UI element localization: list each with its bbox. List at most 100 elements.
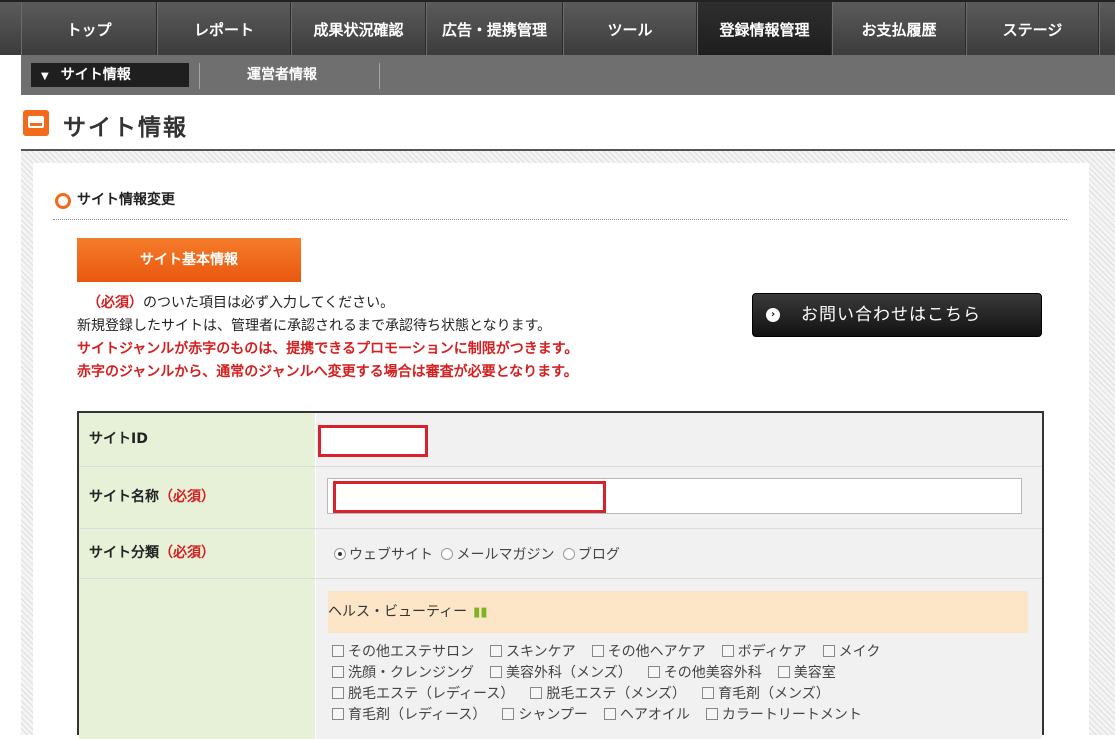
section-circle-icon [55,193,71,209]
subnav-divider [379,63,380,89]
bottle-icon: ▮▮ [473,605,488,620]
checkbox[interactable] [603,708,616,720]
site-info-icon [23,110,49,136]
required-mark: （必須） [87,295,143,311]
genre-category-label: ヘルス・ビューティー [328,604,468,620]
value-site-type: ウェブサイト メールマガジン ブログ [316,529,1042,578]
nav-item-tools[interactable]: ツール [563,2,697,55]
checkbox[interactable] [777,666,790,678]
checkbox[interactable] [332,687,344,699]
contact-button-label: お問い合わせはこちら [801,305,981,325]
row-site-type: サイト分類（必須） ウェブサイト メールマガジン ブログ [79,529,1042,579]
genre-label: その他ヘアケア [607,644,706,660]
genre-option[interactable]: 育毛剤（メンズ） [702,684,830,705]
form-notes: （必須）のついた項目は必ず入力してください。 新規登録したサイトは、管理者に承認… [77,292,578,384]
radio-mail-magazine-label: メールマガジン [456,547,555,563]
genre-label: その他美容外科 [663,665,762,681]
subnav-item-operator-info[interactable]: 運営者情報 [247,63,317,87]
nav-item-top[interactable]: トップ [21,2,157,55]
genre-option[interactable]: 美容室 [777,663,836,684]
radio-blog-label: ブログ [577,547,620,563]
radio-blog[interactable] [562,548,575,560]
site-type-radio-group: ウェブサイト メールマガジン ブログ [334,544,620,564]
checkbox[interactable] [332,708,344,720]
genre-label: 美容室 [793,665,836,681]
genre-option[interactable]: その他美容外科 [647,663,762,684]
genre-label: 脱毛エステ（メンズ） [546,686,687,702]
value-site-name [316,467,1042,528]
genre-label: スキンケア [506,644,576,660]
checkbox[interactable] [721,645,734,657]
genre-option[interactable]: その他エステサロン [332,642,474,663]
genre-option[interactable]: スキンケア [490,642,576,663]
section-divider [53,219,1067,220]
genre-option[interactable]: シャンプー [502,705,588,726]
note-approval: 新規登録したサイトは、管理者に承認されるまで承認待ち状態となります。 [77,318,552,334]
sub-navigation: ▼ サイト情報 運営者情報 [21,55,1115,95]
subnav-divider [199,63,200,89]
row-site-name: サイト名称（必須） [79,467,1042,529]
checkbox[interactable] [490,645,502,657]
row-site-id: サイトID [79,413,1042,467]
genre-option[interactable]: ヘアオイル [603,705,690,726]
row-site-genre: ヘルス・ビューティー ▮▮ その他エステサロン スキンケア その他ヘアケア ボディケア メ… [79,579,1042,739]
nav-item-results[interactable]: 成果状況確認 [291,2,426,55]
required-mark: （必須） [159,545,215,561]
site-name-redacted-box [333,481,606,513]
genre-label: メイク [838,644,881,660]
genre-option[interactable]: 美容外科（メンズ） [490,663,632,684]
checkbox[interactable] [705,708,718,720]
caret-down-icon: ▼ [41,71,49,82]
value-site-id [316,413,1042,466]
genre-category-header: ヘルス・ビューティー ▮▮ [328,591,1028,633]
required-mark: （必須） [159,489,215,505]
genre-option[interactable]: 脱毛エステ（レディース） [332,684,514,705]
contact-button[interactable]: › お問い合わせはこちら [752,293,1042,337]
checkbox[interactable] [822,645,835,657]
top-navigation: トップ レポート 成果状況確認 広告・提携管理 ツール 登録情報管理 お支払履歴… [0,0,1115,55]
checkbox[interactable] [332,645,344,657]
checkbox[interactable] [702,687,715,699]
genre-option[interactable]: ボディケア [721,642,807,663]
subnav-item-site-info[interactable]: ▼ サイト情報 [31,63,189,87]
nav-item-stage[interactable]: ステージ [966,2,1099,55]
value-site-genre: ヘルス・ビューティー ▮▮ その他エステサロン スキンケア その他ヘアケア ボディケア メ… [316,579,1042,739]
nav-item-registration[interactable]: 登録情報管理 [697,2,832,55]
genre-label: ヘアオイル [619,707,690,723]
checkbox[interactable] [530,687,543,699]
genre-label: 育毛剤（レディース） [348,707,487,723]
checkbox[interactable] [332,666,344,678]
arrow-right-icon: › [766,308,780,322]
nav-edge-left [0,2,22,55]
genre-option[interactable]: カラートリートメント [705,705,862,726]
note-genre-review: 赤字のジャンルから、通常のジャンルへ変更する場合は審査が必要となります。 [77,364,578,380]
genre-label: 脱毛エステ（レディース） [348,686,515,702]
label-site-name-text: サイト名称 [89,489,159,505]
label-site-id: サイトID [79,413,315,466]
checkbox[interactable] [490,666,502,678]
genre-option[interactable]: 育毛剤（レディース） [332,705,486,726]
genre-label: 育毛剤（メンズ） [718,686,830,702]
label-site-type-text: サイト分類 [89,545,159,561]
label-site-genre [79,579,315,739]
checkbox[interactable] [591,645,604,657]
checkbox[interactable] [502,708,515,720]
radio-mail-magazine[interactable] [441,548,454,560]
genre-option[interactable]: メイク [822,642,881,663]
note-required-text: のついた項目は必ず入力してください。 [143,295,395,311]
tab-site-basic-info[interactable]: サイト基本情報 [77,238,301,282]
genre-label: 洗顔・クレンジング [348,665,474,681]
site-id-redacted-box [318,425,428,457]
genre-option[interactable]: 洗顔・クレンジング [332,663,474,684]
nav-item-payments[interactable]: お支払履歴 [832,2,966,55]
nav-item-ads[interactable]: 広告・提携管理 [426,2,563,55]
radio-website-label: ウェブサイト [349,547,433,563]
nav-item-report[interactable]: レポート [157,2,291,55]
radio-website[interactable] [334,548,346,560]
genre-option[interactable]: その他ヘアケア [591,642,706,663]
checkbox[interactable] [647,666,660,678]
note-genre-restriction: サイトジャンルが赤字のものは、提携できるプロモーションに制限がつきます。 [77,341,579,357]
genre-label: 美容外科（メンズ） [506,665,632,681]
genre-option[interactable]: 脱毛エステ（メンズ） [530,684,686,705]
subnav-item-label: サイト情報 [60,67,131,83]
